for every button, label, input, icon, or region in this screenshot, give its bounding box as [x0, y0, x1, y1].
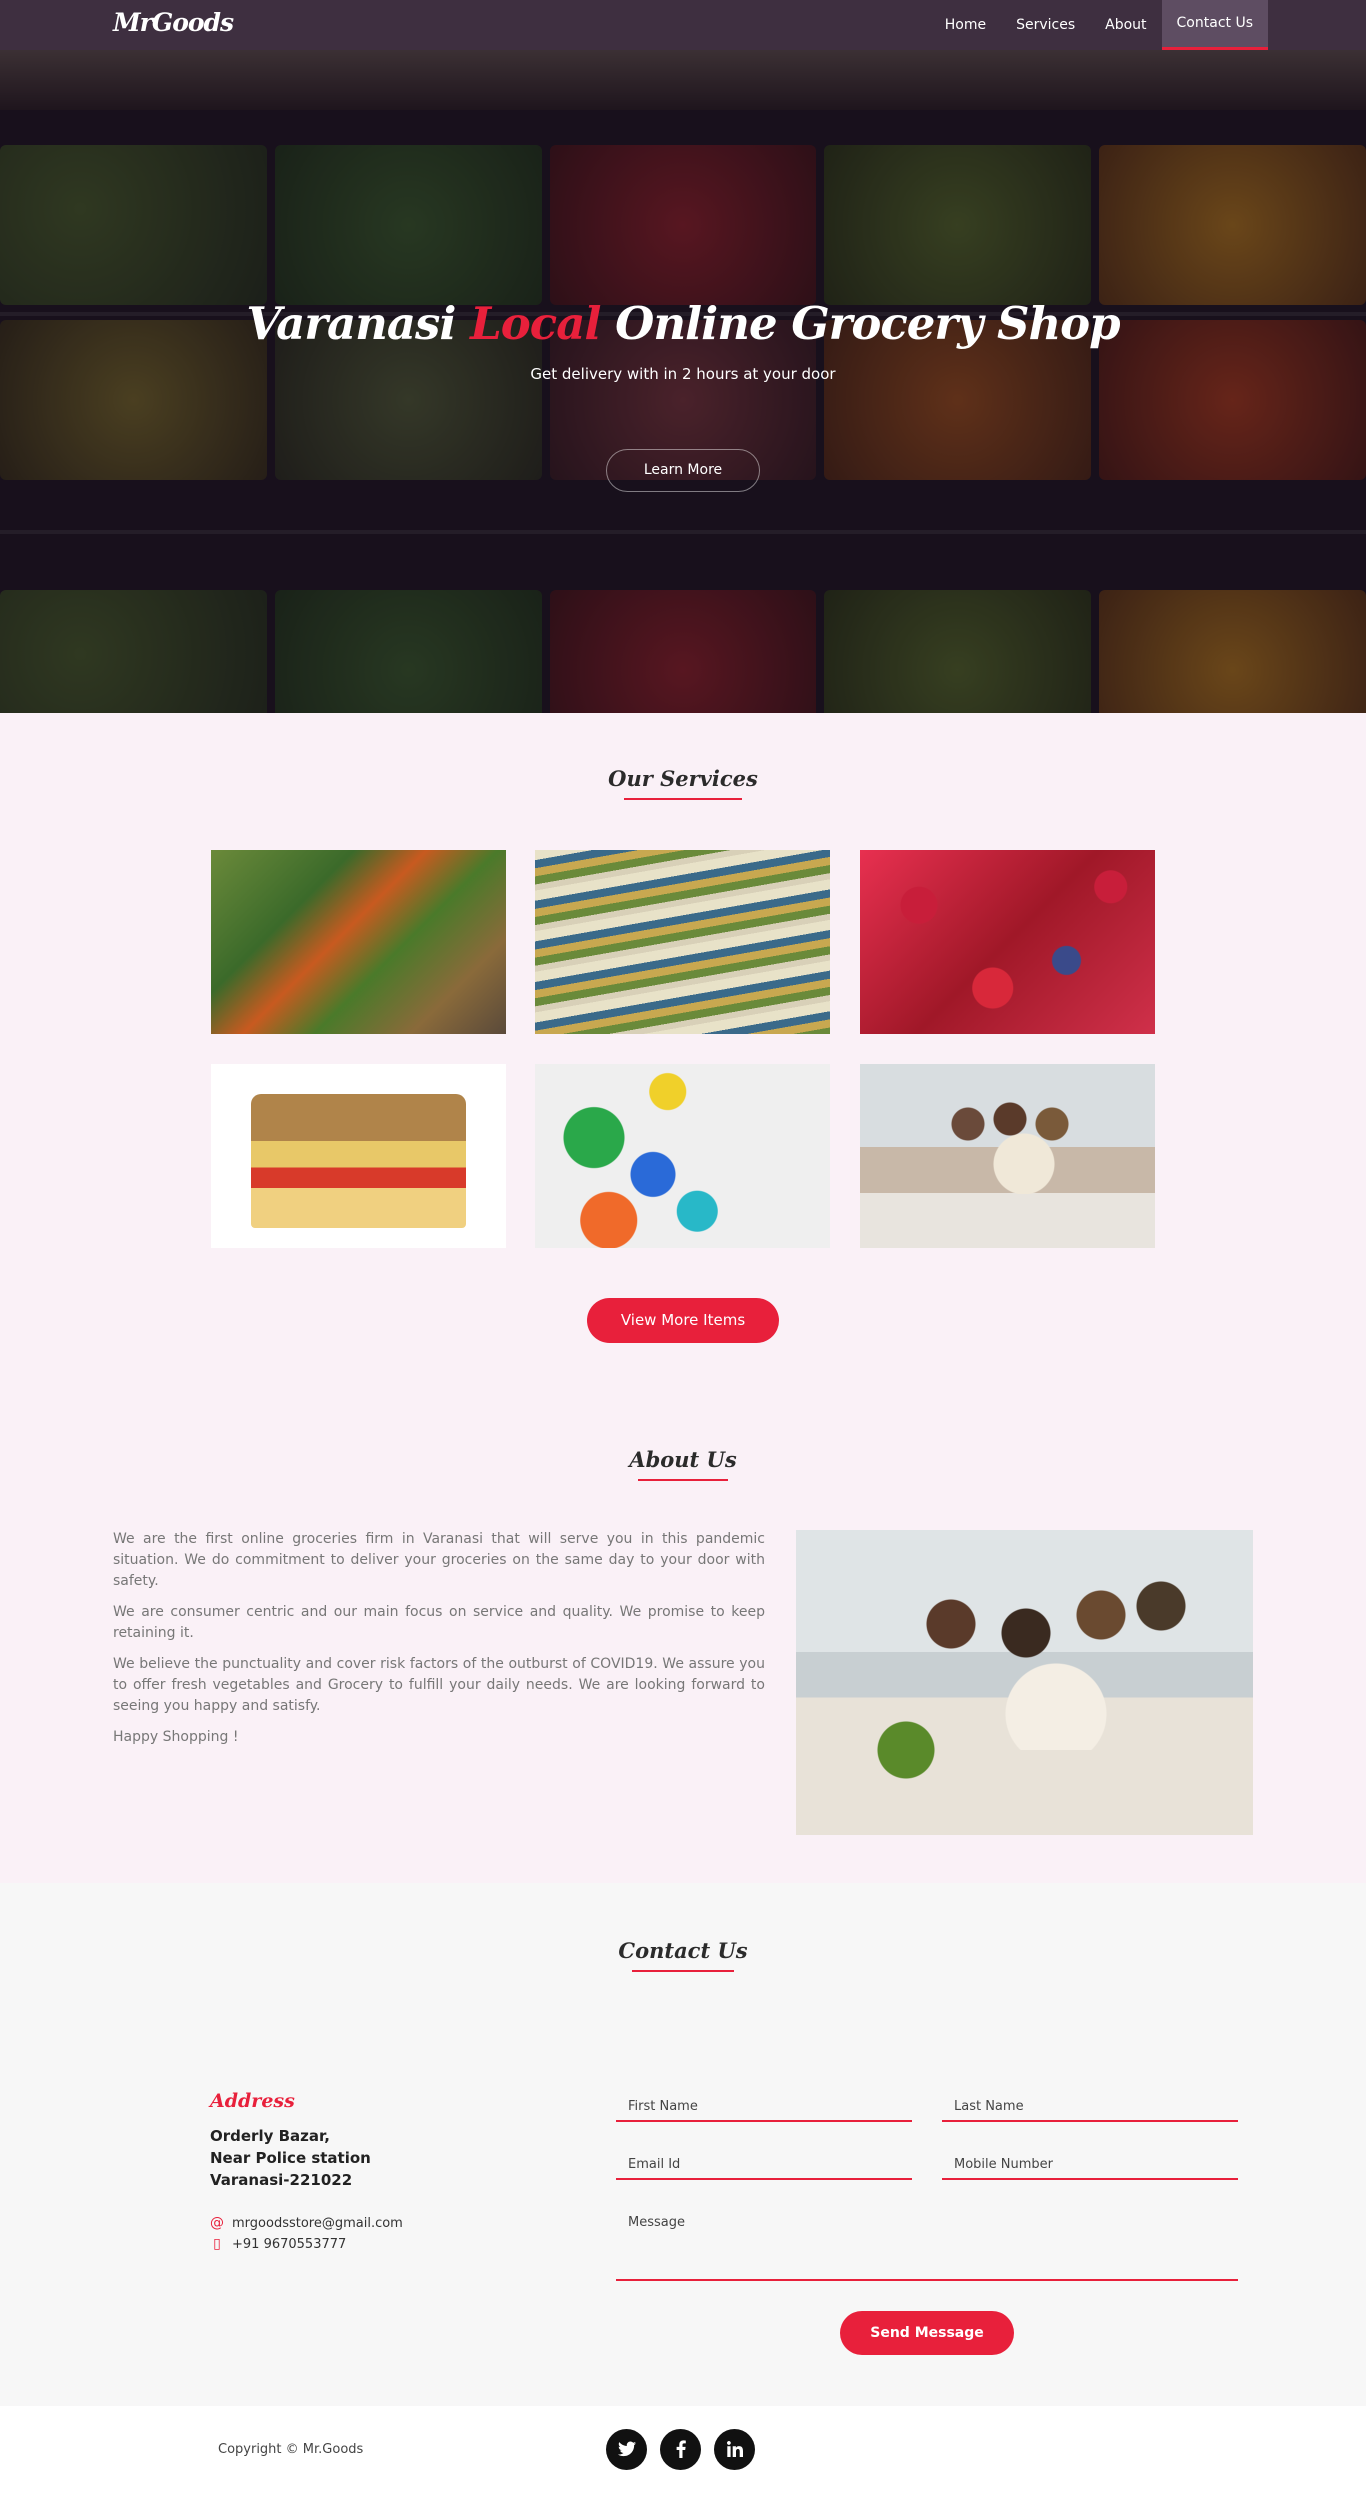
learn-more-button[interactable]: Learn More	[606, 449, 760, 492]
address-title: Address	[210, 2090, 295, 2112]
copyright-text: Copyright © Mr.Goods	[218, 2442, 364, 2457]
last-name-field	[942, 2093, 1238, 2122]
send-message-button[interactable]: Send Message	[840, 2311, 1014, 2355]
service-image-vegetables[interactable]	[211, 850, 506, 1034]
hero-title: Varanasi Local Online Grocery Shop	[0, 297, 1366, 350]
linkedin-icon[interactable]	[714, 2429, 755, 2470]
address-line: Varanasi-221022	[210, 2171, 353, 2189]
address-line: Orderly Bazar,	[210, 2127, 330, 2145]
address-line: Near Police station	[210, 2149, 371, 2167]
message-input[interactable]	[616, 2209, 1238, 2266]
twitter-icon[interactable]	[606, 2429, 647, 2470]
phone-line: ▯ +91 9670553777	[210, 2236, 346, 2252]
email-field	[616, 2151, 912, 2180]
navbar: MrGoods Home Services About Contact Us	[0, 0, 1366, 50]
first-name-field	[616, 2093, 912, 2122]
phone-icon: ▯	[213, 2236, 221, 2252]
nav-link-contact[interactable]: Contact Us	[1161, 0, 1268, 50]
service-image-berries[interactable]	[860, 850, 1155, 1034]
about-paragraph: We believe the punctuality and cover ris…	[113, 1656, 765, 1714]
contact-section: Contact Us Address Orderly Bazar, Near P…	[0, 1883, 1366, 2406]
nav-link-about[interactable]: About	[1090, 0, 1161, 50]
hero-title-part2: Online Grocery Shop	[615, 297, 1121, 350]
about-text: We are the first online groceries firm i…	[113, 1529, 765, 1758]
service-image-team[interactable]	[860, 1064, 1155, 1248]
mobile-input[interactable]	[942, 2151, 1238, 2178]
contact-title: Contact Us	[618, 1938, 748, 1963]
nav-link-services[interactable]: Services	[1001, 0, 1090, 50]
nav-links: Home Services About Contact Us	[930, 0, 1268, 50]
nav-link-home[interactable]: Home	[930, 0, 1001, 50]
at-icon: @	[210, 2215, 224, 2231]
about-paragraph: We are the first online groceries firm i…	[113, 1531, 765, 1589]
about-title: About Us	[629, 1447, 737, 1472]
hero-section: Varanasi Local Online Grocery Shop Get d…	[0, 50, 1366, 713]
phone-text[interactable]: +91 9670553777	[232, 2237, 346, 2252]
services-title-underline	[624, 798, 742, 800]
email-line: @ mrgoodsstore@gmail.com	[210, 2215, 403, 2231]
contact-title-underline	[632, 1970, 734, 1972]
brand-logo[interactable]: MrGoods	[113, 8, 234, 37]
services-title: Our Services	[608, 766, 758, 791]
footer: Copyright © Mr.Goods	[0, 2406, 1366, 2496]
email-input[interactable]	[616, 2151, 912, 2178]
about-paragraph: We are consumer centric and our main foc…	[113, 1604, 765, 1641]
service-image-cleaning[interactable]	[535, 1064, 830, 1248]
hero-subtitle: Get delivery with in 2 hours at your doo…	[530, 365, 836, 383]
facebook-icon[interactable]	[660, 2429, 701, 2470]
hero-title-part1: Varanasi	[246, 297, 456, 350]
email-text[interactable]: mrgoodsstore@gmail.com	[232, 2216, 403, 2231]
about-paragraph: Happy Shopping !	[113, 1729, 239, 1745]
service-image-supermarket[interactable]	[535, 850, 830, 1034]
about-title-underline	[638, 1479, 728, 1481]
first-name-input[interactable]	[616, 2093, 912, 2120]
mobile-field	[942, 2151, 1238, 2180]
view-more-items-button[interactable]: View More Items	[587, 1298, 779, 1343]
last-name-input[interactable]	[942, 2093, 1238, 2120]
message-field	[616, 2209, 1238, 2281]
services-section: Our Services View More Items About Us We…	[0, 713, 1366, 1883]
about-image	[796, 1530, 1253, 1835]
service-image-grains[interactable]	[211, 1064, 506, 1248]
address-lines: Orderly Bazar, Near Police station Varan…	[210, 2125, 371, 2191]
hero-title-accent: Local	[470, 297, 601, 350]
